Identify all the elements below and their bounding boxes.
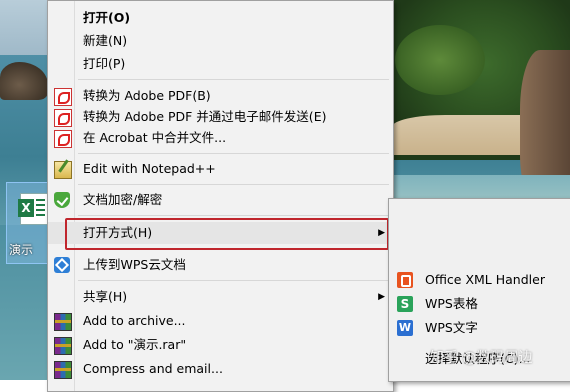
menu-item-label: 在 Acrobat 中合并文件...: [83, 130, 227, 145]
menu-item-label: Edit with Notepad++: [83, 161, 216, 176]
menu-item-convert-pdf-email[interactable]: 转换为 Adobe PDF 并通过电子邮件发送(E): [48, 106, 393, 128]
office-icon: [397, 272, 413, 288]
menu-item-add-archive[interactable]: Add to archive...: [48, 310, 393, 332]
menu-item-share[interactable]: 共享(H) ▶: [48, 286, 393, 308]
wps-cloud-icon: [54, 257, 70, 273]
menu-separator: [78, 280, 389, 281]
menu-item-label: 上传到WPS云文档: [83, 257, 186, 272]
excel-grid-lines: [36, 199, 45, 217]
notepad-icon: [54, 161, 72, 179]
wps-writer-icon: [397, 315, 413, 341]
menu-item-open[interactable]: 打开(O): [48, 7, 393, 29]
menu-item-label: Compress and email...: [83, 361, 223, 376]
menu-item-encrypt[interactable]: 文档加密/解密: [48, 189, 393, 211]
submenu-item-label: WPS表格: [425, 296, 478, 311]
menu-item-acrobat-merge[interactable]: 在 Acrobat 中合并文件...: [48, 127, 393, 149]
submenu-item-wps-sheets[interactable]: WPS表格: [389, 291, 570, 317]
menu-item-label: 打开(O): [83, 10, 131, 25]
menu-item-label: Add to "演示.rar": [83, 337, 187, 352]
watermark-text: 知乎 @数码周边: [430, 350, 533, 366]
submenu-item-label: WPS文字: [425, 320, 478, 335]
menu-item-add-rar[interactable]: Add to "演示.rar": [48, 334, 393, 356]
desktop-file-label: 演示: [9, 243, 34, 257]
submenu-item-wps-writer[interactable]: WPS文字: [389, 315, 570, 341]
menu-separator: [78, 153, 389, 154]
menu-item-label: 转换为 Adobe PDF(B): [83, 88, 211, 103]
menu-item-notepad[interactable]: Edit with Notepad++: [48, 158, 393, 180]
shield-icon: [54, 192, 70, 208]
menu-item-print[interactable]: 打印(P): [48, 53, 393, 75]
pdf-icon: [54, 88, 72, 106]
menu-item-label: Add to archive...: [83, 313, 186, 328]
wps-spreadsheet-icon: [397, 291, 413, 317]
excel-badge: X: [18, 199, 34, 217]
excel-file-icon: X: [18, 193, 48, 225]
menu-separator: [78, 79, 389, 80]
wallpaper-trees: [395, 25, 485, 95]
menu-item-upload-wps[interactable]: 上传到WPS云文档: [48, 254, 393, 276]
winrar-icon: [54, 361, 72, 379]
winrar-icon: [54, 337, 72, 355]
menu-item-label: 转换为 Adobe PDF 并通过电子邮件发送(E): [83, 109, 327, 124]
menu-item-label: 打印(P): [83, 56, 126, 71]
menu-item-convert-pdf[interactable]: 转换为 Adobe PDF(B): [48, 85, 393, 107]
menu-item-label: 共享(H): [83, 289, 128, 304]
submenu-item-office-xml[interactable]: Office XML Handler: [389, 267, 570, 293]
submenu-item-label: Office XML Handler: [425, 272, 545, 287]
menu-item-label: 新建(N): [83, 33, 128, 48]
acrobat-icon: [54, 130, 72, 148]
highlight-annotation-box: [65, 218, 389, 250]
submenu-arrow-icon: ▶: [378, 292, 385, 302]
menu-item-new[interactable]: 新建(N): [48, 30, 393, 52]
menu-item-label: 文档加密/解密: [83, 192, 163, 207]
menu-separator: [78, 184, 389, 185]
menu-separator: [78, 215, 389, 216]
context-menu: 打开(O) 新建(N) 打印(P) 转换为 Adobe PDF(B) 转换为 A…: [47, 0, 394, 392]
pdf-email-icon: [54, 109, 72, 127]
menu-item-compress-email[interactable]: Compress and email...: [48, 358, 393, 380]
winrar-icon: [54, 313, 72, 331]
